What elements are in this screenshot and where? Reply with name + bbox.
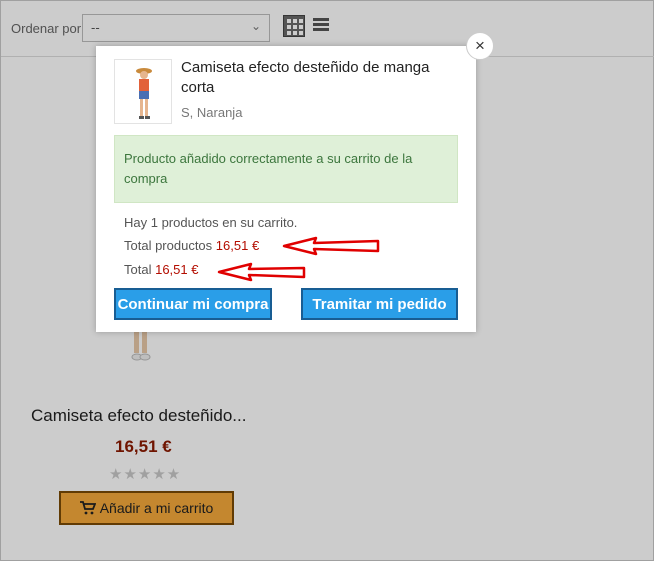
cart-count-text: Hay 1 productos en su carrito. xyxy=(124,215,298,230)
product-thumbnail xyxy=(114,59,172,124)
annotation-arrow-icon xyxy=(217,262,306,282)
cart-confirmation-modal: × Camiseta efecto desteñido de manga cor… xyxy=(96,32,494,332)
total-label: Total xyxy=(124,262,152,277)
total-products-row: Total productos 16,51 € xyxy=(124,238,259,253)
modal-product-variant: S, Naranja xyxy=(181,105,243,120)
total-value: 16,51 € xyxy=(155,262,199,277)
annotation-arrow-icon xyxy=(282,236,380,256)
checkout-button[interactable]: Tramitar mi pedido xyxy=(301,288,458,320)
product-thumbnail-image xyxy=(136,68,152,119)
total-row: Total 16,51 € xyxy=(124,262,198,277)
total-products-value: 16,51 € xyxy=(215,238,260,253)
modal-product-title: Camiseta efecto desteñido de manga corta xyxy=(181,59,430,96)
total-products-label: Total productos xyxy=(124,238,213,253)
close-button[interactable]: × xyxy=(466,32,494,60)
success-alert: Producto añadido correctamente a su carr… xyxy=(114,135,458,203)
continue-shopping-button[interactable]: Continuar mi compra xyxy=(114,288,272,320)
